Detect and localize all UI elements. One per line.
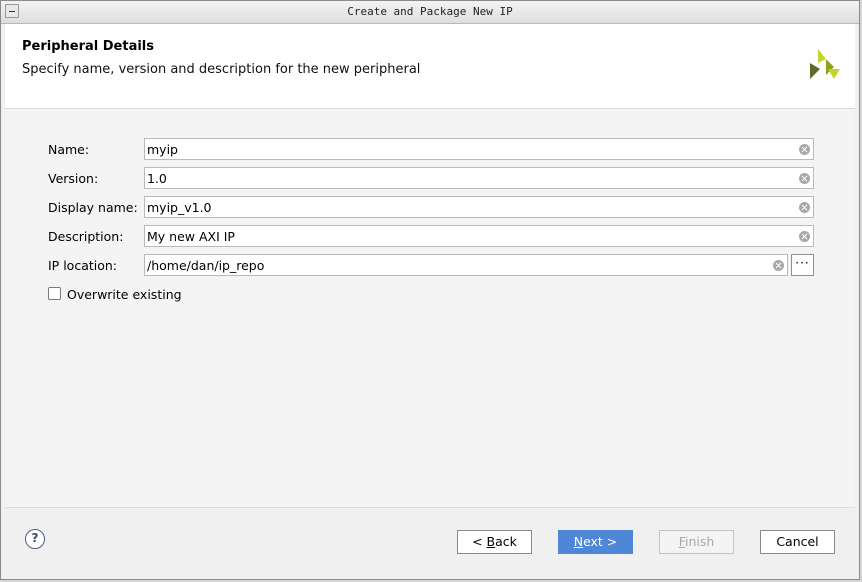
- back-mnemonic: B: [486, 534, 496, 549]
- name-input[interactable]: myip: [144, 138, 814, 160]
- next-mnemonic: N: [573, 534, 584, 549]
- back-prefix: <: [472, 534, 487, 549]
- version-value: 1.0: [147, 171, 167, 186]
- back-button[interactable]: < Back: [457, 530, 532, 554]
- clear-icon[interactable]: [773, 260, 784, 271]
- next-button[interactable]: Next >: [558, 530, 633, 554]
- finish-button[interactable]: Finish: [659, 530, 734, 554]
- display-name-value: myip_v1.0: [147, 200, 212, 215]
- ip-location-row: IP location: /home/dan/ip_repo ···: [5, 254, 855, 276]
- description-label: Description:: [48, 229, 124, 244]
- button-bar: ? < Back Next > Finish Cancel: [5, 507, 855, 576]
- ip-location-value: /home/dan/ip_repo: [147, 258, 265, 273]
- cancel-button[interactable]: Cancel: [760, 530, 835, 554]
- name-row: Name: myip: [5, 138, 855, 160]
- clear-icon[interactable]: [799, 173, 810, 184]
- window-title: Create and Package New IP: [347, 5, 513, 18]
- overwrite-label[interactable]: Overwrite existing: [67, 287, 182, 302]
- description-row: Description: My new AXI IP: [5, 225, 855, 247]
- xilinx-logo-icon: [810, 49, 840, 79]
- ip-location-label: IP location:: [48, 258, 118, 273]
- display-name-row: Display name: myip_v1.0: [5, 196, 855, 218]
- wizard-header: Peripheral Details Specify name, version…: [5, 24, 855, 109]
- display-name-input[interactable]: myip_v1.0: [144, 196, 814, 218]
- overwrite-checkbox[interactable]: [48, 287, 61, 300]
- version-row: Version: 1.0: [5, 167, 855, 189]
- clear-icon[interactable]: [799, 144, 810, 155]
- next-label-rest: ext >: [583, 534, 618, 549]
- version-label: Version:: [48, 171, 99, 186]
- title-bar: Create and Package New IP: [1, 1, 859, 24]
- version-input[interactable]: 1.0: [144, 167, 814, 189]
- dialog-window: Create and Package New IP Peripheral Det…: [0, 0, 860, 580]
- display-name-label: Display name:: [48, 200, 138, 215]
- form-area: Name: myip Version: 1.0 Display name: my…: [5, 109, 855, 507]
- page-title: Peripheral Details: [22, 39, 154, 54]
- name-value: myip: [147, 142, 178, 157]
- name-label: Name:: [48, 142, 90, 157]
- finish-label-rest: inish: [684, 534, 715, 549]
- description-value: My new AXI IP: [147, 229, 235, 244]
- help-icon[interactable]: ?: [25, 529, 45, 549]
- page-subtitle: Specify name, version and description fo…: [22, 62, 421, 77]
- ip-location-input[interactable]: /home/dan/ip_repo: [144, 254, 788, 276]
- clear-icon[interactable]: [799, 231, 810, 242]
- browse-button[interactable]: ···: [791, 254, 814, 276]
- clear-icon[interactable]: [799, 202, 810, 213]
- description-input[interactable]: My new AXI IP: [144, 225, 814, 247]
- back-label-rest: ack: [495, 534, 517, 549]
